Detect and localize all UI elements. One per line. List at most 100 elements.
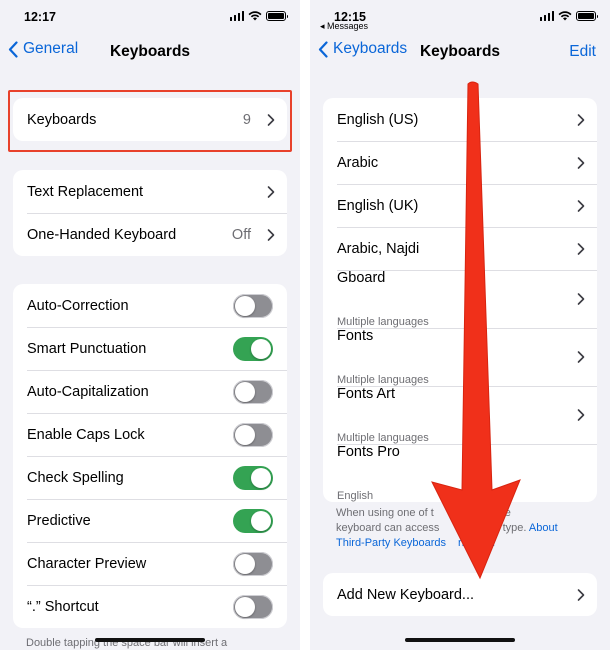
toggle-label: Enable Caps Lock [27, 426, 145, 443]
cellular-signal-icon [229, 11, 244, 21]
battery-icon [576, 11, 598, 21]
keyboard-languages: Multiple languages [337, 374, 429, 386]
keyboard-name: Gboard [337, 270, 386, 286]
third-party-keyboards-link[interactable]: Third-Party Keyboards [336, 537, 446, 549]
chevron-left-icon [318, 40, 328, 58]
system-icons [539, 11, 598, 21]
system-icons [229, 11, 288, 21]
annotation-highlight-box [8, 90, 292, 152]
keyboard-name: Arabic [337, 154, 379, 171]
toggle-knob [235, 424, 255, 445]
status-bar: 12:17 [0, 0, 300, 34]
right-screen: 12:15 ◂ Messages Keyboards Keyboards Edi… [310, 0, 610, 650]
toggle-label: Predictive [27, 512, 91, 529]
keyboard-name: Arabic, Najdi [337, 240, 420, 257]
keyboard-list: English (US) Arabic English (UK) Arabic, Na… [323, 98, 597, 502]
toggle-switch[interactable] [233, 465, 273, 490]
back-to-app-label[interactable]: ◂ Messages [320, 21, 368, 32]
chevron-right-icon [577, 242, 585, 255]
left-screen: 12:17 General Keyboards Keyboards 9 Text… [0, 0, 300, 650]
toggle-knob [251, 467, 271, 488]
privacy-link[interactable]: rivacy... [458, 537, 495, 549]
text-settings-group: Text Replacement One-Handed Keyboard Off [13, 170, 287, 256]
home-indicator [95, 638, 205, 642]
back-button[interactable]: Keyboards [318, 40, 407, 58]
keyboard-list-item[interactable]: Fonts Art Multiple languages [323, 386, 597, 444]
about-link[interactable]: About [529, 522, 558, 534]
toggle-settings-group: Auto-Correction Smart Punctuation Auto-Cap… [13, 284, 287, 628]
toggle-knob [235, 295, 255, 316]
toggle-row: Check Spelling [13, 456, 287, 499]
toggle-switch[interactable] [233, 594, 273, 619]
keyboard-list-item[interactable]: English (UK) [323, 184, 597, 227]
toggle-switch[interactable] [233, 293, 273, 318]
battery-icon [266, 11, 288, 21]
keyboard-list-item[interactable]: Fonts Multiple languages [323, 328, 597, 386]
add-new-keyboard-row[interactable]: Add New Keyboard... [323, 573, 597, 616]
keyboard-list-item[interactable]: Arabic, Najdi [323, 227, 597, 270]
toggle-row: Auto-Correction [13, 284, 287, 327]
toggle-switch[interactable] [233, 336, 273, 361]
keyboard-list-item[interactable]: English (US) [323, 98, 597, 141]
toggle-row: Smart Punctuation [13, 327, 287, 370]
status-time: 12:17 [24, 10, 56, 24]
text-replacement-label: Text Replacement [27, 183, 144, 200]
toggle-switch[interactable] [233, 379, 273, 404]
keyboard-languages: Multiple languages [337, 316, 429, 328]
add-new-keyboard-label: Add New Keyboard... [337, 586, 475, 603]
toggle-switch[interactable] [233, 508, 273, 533]
keyboard-list-item[interactable]: Arabic [323, 141, 597, 184]
keyboard-name: English (UK) [337, 197, 419, 214]
footer-line1b: boards, the [455, 507, 511, 519]
toggle-row: Auto-Capitalization [13, 370, 287, 413]
toggle-label: “.” Shortcut [27, 598, 99, 615]
edit-button[interactable]: Edit [569, 43, 596, 61]
wifi-icon [248, 11, 262, 21]
toggle-label: Auto-Correction [27, 297, 129, 314]
text-replacement-row[interactable]: Text Replacement [13, 170, 287, 213]
toggle-label: Smart Punctuation [27, 340, 147, 357]
third-party-footer: When using one of t boards, the keyboard … [336, 506, 606, 551]
toggle-label: Check Spelling [27, 469, 124, 486]
toggle-knob [235, 596, 255, 617]
cellular-signal-icon [539, 11, 554, 21]
nav-bar: General Keyboards [0, 36, 300, 68]
keyboard-name: Fonts [337, 328, 374, 344]
toggle-row: Predictive [13, 499, 287, 542]
chevron-right-icon [267, 185, 275, 198]
footer-line1: When using one of t [336, 507, 434, 519]
toggle-row: “.” Shortcut [13, 585, 287, 628]
home-indicator [405, 638, 515, 642]
toggle-knob [251, 338, 271, 359]
footer-line2b: data you type. [457, 522, 527, 534]
keyboard-languages: English [337, 490, 374, 502]
keyboard-name: English (US) [337, 111, 419, 128]
toggle-label: Auto-Capitalization [27, 383, 149, 400]
toggle-row: Character Preview [13, 542, 287, 585]
keyboard-name: Fonts Pro [337, 444, 400, 460]
page-title: Keyboards [419, 43, 501, 60]
toggle-knob [235, 381, 255, 402]
chevron-right-icon [267, 228, 275, 241]
one-handed-keyboard-label: One-Handed Keyboard [27, 226, 177, 243]
page-title: Keyboards [109, 43, 191, 60]
add-keyboard-group: Add New Keyboard... [323, 573, 597, 616]
one-handed-keyboard-row[interactable]: One-Handed Keyboard Off [13, 213, 287, 256]
status-bar: 12:15 ◂ Messages [310, 0, 610, 34]
keyboard-languages: Multiple languages [337, 432, 429, 444]
chevron-right-icon [577, 293, 585, 305]
chevron-right-icon [577, 409, 585, 421]
toggle-knob [235, 553, 255, 574]
footer-line2: keyboard can access [336, 522, 440, 534]
keyboard-list-item[interactable]: Gboard Multiple languages [323, 270, 597, 328]
toggle-switch[interactable] [233, 551, 273, 576]
toggle-switch[interactable] [233, 422, 273, 447]
one-handed-keyboard-value: Off [231, 226, 251, 243]
keyboard-list-item[interactable]: Fonts Pro English [323, 444, 597, 502]
chevron-right-icon [577, 199, 585, 212]
toggle-row: Enable Caps Lock [13, 413, 287, 456]
chevron-right-icon [577, 156, 585, 169]
toggle-label: Character Preview [27, 555, 147, 572]
chevron-right-icon [577, 588, 585, 601]
toggle-knob [251, 510, 271, 531]
